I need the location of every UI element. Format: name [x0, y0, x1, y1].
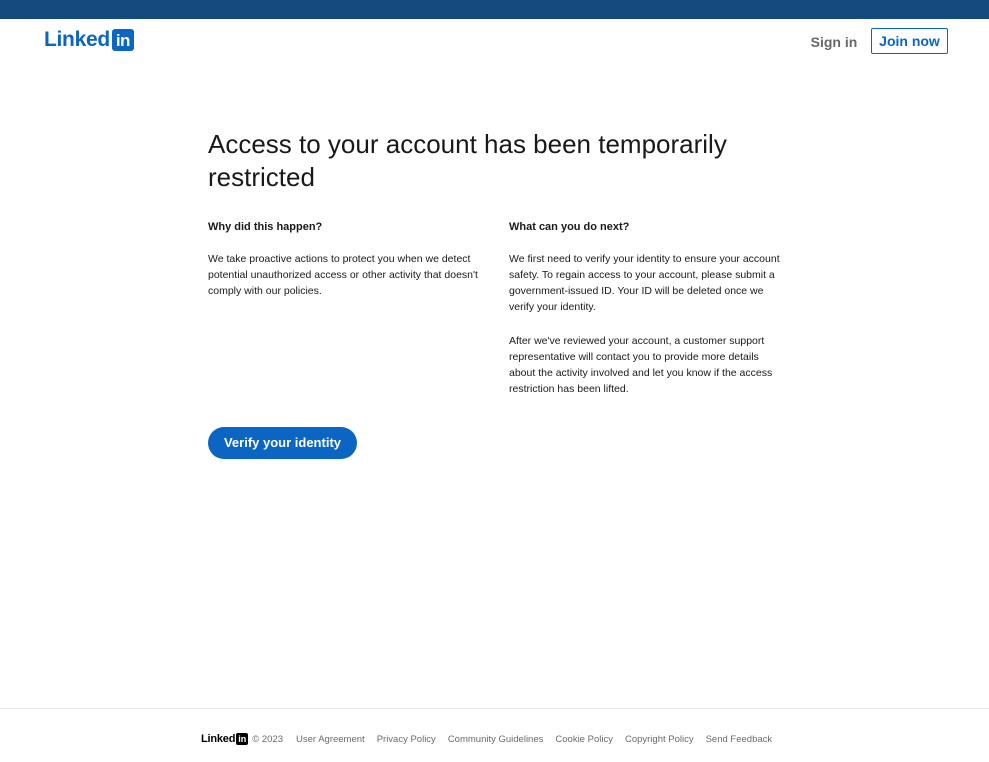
join-now-button[interactable]: Join now [871, 28, 948, 54]
next-paragraph-1: We first need to verify your identity to… [509, 253, 780, 313]
header: Linked in Sign in Join now [0, 19, 989, 63]
next-section: What can you do next? We first need to v… [509, 220, 785, 415]
copyright: © 2023 [252, 733, 284, 745]
logo-wordmark: Linked [44, 28, 110, 51]
main-content: Access to your account has been temporar… [208, 128, 788, 395]
footer-link-privacy-policy[interactable]: Privacy Policy [377, 734, 436, 745]
next-paragraph-2: After we've reviewed your account, a cus… [509, 335, 773, 395]
footer-link-send-feedback[interactable]: Send Feedback [706, 734, 773, 745]
linkedin-logo[interactable]: Linked in [44, 28, 134, 52]
footer-link-user-agreement[interactable]: User Agreement [296, 734, 365, 745]
why-paragraph: We take proactive actions to protect you… [208, 253, 478, 297]
page-title: Access to your account has been temporar… [208, 129, 727, 192]
footer-divider [0, 708, 989, 709]
footer-logo: Linked in [201, 733, 249, 745]
footer-link-cookie-policy[interactable]: Cookie Policy [555, 734, 613, 745]
footer: Linked in © 2023 User Agreement Privacy … [201, 731, 772, 747]
sign-in-link[interactable]: Sign in [806, 29, 862, 55]
footer-link-copyright-policy[interactable]: Copyright Policy [625, 734, 694, 745]
top-bar [0, 0, 989, 19]
why-section: Why did this happen? We take proactive a… [208, 220, 484, 317]
next-heading: What can you do next? [509, 221, 630, 233]
footer-link-community-guidelines[interactable]: Community Guidelines [448, 734, 544, 745]
footer-logo-in-icon: in [236, 733, 249, 745]
footer-logo-wordmark: Linked [201, 733, 236, 745]
why-heading: Why did this happen? [208, 221, 323, 233]
logo-in-icon: in [111, 29, 134, 51]
verify-identity-button[interactable]: Verify your identity [208, 427, 357, 459]
